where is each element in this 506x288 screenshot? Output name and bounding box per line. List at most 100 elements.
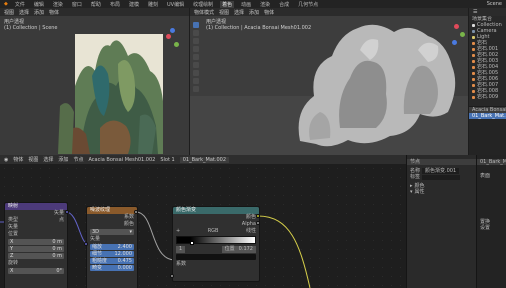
viewport-left-menu-add[interactable]: 添加 bbox=[34, 9, 44, 16]
slot-selector[interactable]: Slot 1 bbox=[160, 157, 174, 163]
chevron-down-icon: ▾ bbox=[129, 229, 132, 235]
mesh-icon bbox=[472, 65, 475, 69]
viewport-left-menu-view[interactable]: 视图 bbox=[4, 9, 14, 16]
node-menu-node[interactable]: 节点 bbox=[73, 156, 83, 163]
mapping-loc-x-field[interactable]: X0 m bbox=[8, 239, 64, 245]
noise-vector-socket[interactable] bbox=[84, 242, 88, 246]
tab-layout[interactable]: 布局 bbox=[108, 1, 122, 8]
landscape-painting-preview bbox=[58, 34, 163, 154]
mesh-icon bbox=[472, 95, 475, 99]
ramp-fac-input: 系数 bbox=[176, 261, 187, 267]
gizmo-right-z-axis[interactable] bbox=[452, 40, 457, 45]
tab-geometry-nodes[interactable]: 几何节点 bbox=[296, 1, 320, 8]
ramp-output-color: 颜色 bbox=[245, 214, 256, 220]
side-panel-properties-toggle[interactable]: ▾ 属性 bbox=[407, 189, 476, 195]
tab-texture-paint[interactable]: 纹理绘制 bbox=[191, 1, 215, 8]
tab-animation[interactable]: 动画 bbox=[239, 1, 253, 8]
viewport-right-menu-view[interactable]: 视图 bbox=[219, 9, 229, 16]
material-selector[interactable]: 01_Bark_Mat.002 bbox=[179, 156, 229, 163]
menu-help[interactable]: 帮助 bbox=[89, 1, 103, 8]
mesh-icon bbox=[472, 71, 475, 75]
noise-scale-field[interactable]: 缩放 2.400 bbox=[90, 244, 134, 250]
add-stop-icon[interactable]: + bbox=[176, 228, 180, 235]
tab-shading[interactable]: 着色 bbox=[220, 0, 235, 8]
ramp-stop-index[interactable]: 1 bbox=[176, 246, 186, 253]
mode-selector[interactable]: 物体模式 bbox=[194, 9, 214, 16]
tab-modeling[interactable]: 建模 bbox=[127, 1, 141, 8]
gizmo-right-x-axis[interactable] bbox=[454, 24, 459, 29]
node-label-field[interactable] bbox=[422, 174, 461, 180]
viewport-solid-mesh[interactable]: 用户透视 (1) Collection | Acacia Bonsai Mesh… bbox=[190, 16, 468, 155]
object-name-field[interactable]: Acacia Bonsai Mesh01.002 bbox=[88, 157, 155, 163]
scene-selector[interactable]: Scene bbox=[487, 1, 502, 7]
ramp-position-field[interactable]: 位置 0.172 bbox=[221, 246, 256, 253]
mapping-out-socket[interactable] bbox=[65, 210, 69, 214]
viewport-left-menu-object[interactable]: 物体 bbox=[49, 9, 59, 16]
blender-logo-icon[interactable]: ◆ bbox=[4, 1, 8, 7]
ramp-output-alpha: Alpha bbox=[241, 221, 256, 227]
properties-material-slot[interactable]: 01_Bark_Mat.002 bbox=[469, 113, 506, 119]
gizmo-y-axis[interactable] bbox=[174, 42, 179, 47]
gizmo-right-y-axis[interactable] bbox=[460, 32, 465, 37]
menu-render[interactable]: 渲染 bbox=[51, 1, 65, 8]
material-name[interactable]: 01_Bark_Mat bbox=[477, 159, 506, 165]
node-menu-view[interactable]: 视图 bbox=[28, 156, 38, 163]
ramp-stop-color[interactable] bbox=[176, 254, 256, 260]
viewport-material-preview[interactable]: 用户透视 (1) Collection | Scene bbox=[0, 16, 189, 155]
mapping-rot-x-field[interactable]: X 0° bbox=[8, 268, 64, 274]
noise-detail-field[interactable]: 细节 12.000 bbox=[90, 251, 134, 257]
node-name-field[interactable]: 颜色渐变.001 bbox=[422, 168, 460, 174]
viewport-left-header: 视图 选择 添加 物体 bbox=[0, 8, 189, 16]
viewport-right-menu-add[interactable]: 添加 bbox=[249, 9, 259, 16]
node-menu-add[interactable]: 添加 bbox=[58, 156, 68, 163]
ramp-gradient-bar[interactable] bbox=[176, 236, 256, 245]
mapping-loc-z-field[interactable]: Z0 m bbox=[8, 253, 64, 259]
mapping-node[interactable]: 映射 矢量 类型 点 矢量 位置 X0 m Y0 m Z0 m 旋转 X 0° bbox=[4, 202, 68, 288]
mapping-node-title[interactable]: 映射 bbox=[5, 203, 67, 210]
noise-roughness-field[interactable]: 粗糙度 0.475 bbox=[90, 258, 134, 264]
menu-window[interactable]: 窗口 bbox=[70, 1, 84, 8]
rock-mesh-render bbox=[190, 24, 468, 155]
menu-file[interactable]: 文件 bbox=[13, 1, 27, 8]
material-properties-column[interactable]: 01_Bark_Mat 表面 置换 设置 bbox=[476, 155, 506, 288]
menu-edit[interactable]: 编辑 bbox=[32, 1, 46, 8]
ramp-interpolation[interactable]: 线性 bbox=[246, 228, 256, 235]
surface-section[interactable]: 表面 bbox=[477, 173, 506, 179]
outliner[interactable]: 场景集合 Collection Camera Light 岩石 岩石.001 岩… bbox=[469, 16, 506, 106]
ramp-stop-handle[interactable] bbox=[190, 241, 195, 245]
node-side-panel[interactable]: 节点 名称 颜色渐变.001 标签 ▸ 颜色 ▾ 属性 bbox=[406, 155, 476, 288]
viewport-right-menu-object[interactable]: 物体 bbox=[264, 9, 274, 16]
ramp-fac-socket[interactable] bbox=[170, 274, 174, 278]
node-menu-select[interactable]: 选择 bbox=[43, 156, 53, 163]
color-ramp-node[interactable]: 颜色渐变 颜色 Alpha + RGB 线性 1 位置 0.172 系数 bbox=[172, 206, 260, 282]
ramp-color-mode[interactable]: RGB bbox=[208, 228, 219, 235]
ramp-node-title[interactable]: 颜色渐变 bbox=[173, 207, 259, 214]
noise-node-title[interactable]: 噪波纹理 bbox=[87, 207, 137, 214]
tab-sculpting[interactable]: 雕刻 bbox=[146, 1, 160, 8]
outliner-filter-icon[interactable]: ☰ bbox=[473, 9, 477, 15]
mapping-loc-y-field[interactable]: Y0 m bbox=[8, 246, 64, 252]
tab-compositing[interactable]: 合成 bbox=[277, 1, 291, 8]
noise-distortion-field[interactable]: 畸变 0.000 bbox=[90, 265, 134, 271]
viewport-right-menu-select[interactable]: 选择 bbox=[234, 9, 244, 16]
viewport-left-menu-select[interactable]: 选择 bbox=[19, 9, 29, 16]
noise-dimension-select[interactable]: 3D ▾ bbox=[90, 229, 134, 235]
editor-type-icon[interactable]: ◉ bbox=[4, 157, 8, 163]
noise-fac-socket[interactable] bbox=[134, 210, 138, 214]
gizmo-x-axis[interactable] bbox=[166, 34, 171, 39]
outliner-item[interactable]: 岩石.009 bbox=[469, 94, 506, 100]
settings-section[interactable]: 设置 bbox=[477, 225, 506, 231]
ramp-alpha-socket[interactable] bbox=[256, 221, 260, 225]
node-menu-object[interactable]: 物体 bbox=[13, 156, 23, 163]
ramp-color-socket[interactable] bbox=[256, 214, 260, 218]
side-panel-label-row: 标签 bbox=[407, 174, 476, 180]
side-panel-tab-node[interactable]: 节点 bbox=[407, 159, 476, 165]
properties-panel[interactable]: Acacia Bonsai 01_Bark_Mat.002 bbox=[469, 107, 506, 155]
tab-uv-editing[interactable]: UV编辑 bbox=[165, 1, 186, 8]
tab-rendering[interactable]: 渲染 bbox=[258, 1, 272, 8]
noise-texture-node[interactable]: 噪波纹理 系数 颜色 3D ▾ 矢量 缩放 2.400 细节 12.000 粗糙度 0.… bbox=[86, 206, 138, 288]
noise-output-color: 颜色 bbox=[123, 221, 134, 227]
node-editor-canvas[interactable]: 映射 矢量 类型 点 矢量 位置 X0 m Y0 m Z0 m 旋转 X 0° 噪… bbox=[0, 164, 406, 288]
gizmo-z-axis[interactable] bbox=[170, 28, 175, 33]
mesh-icon bbox=[472, 83, 475, 87]
